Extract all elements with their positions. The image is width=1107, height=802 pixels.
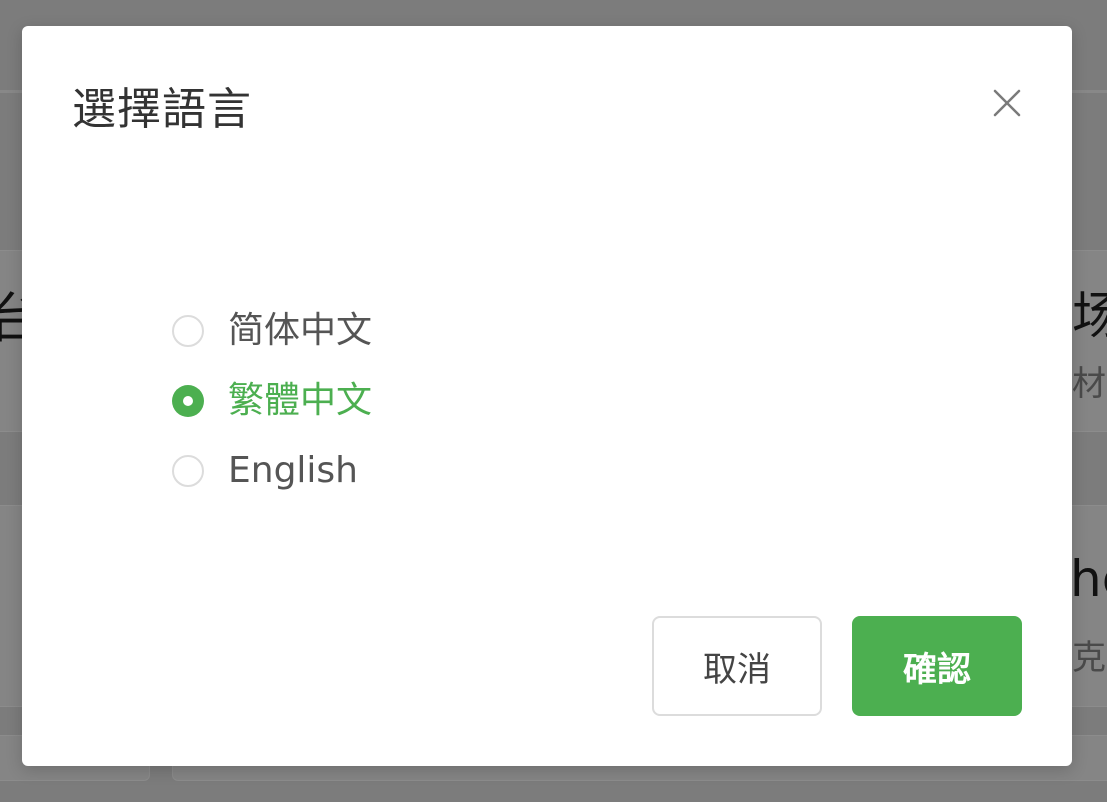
language-dialog: 選擇語言 简体中文 繁體中文 English 取消 確認 xyxy=(22,26,1072,766)
background-text: 克 xyxy=(1072,638,1106,678)
background-text: 材 xyxy=(1072,364,1106,404)
radio-label: English xyxy=(228,450,358,491)
close-icon xyxy=(993,89,1021,117)
radio-label: 简体中文 xyxy=(228,310,373,351)
radio-button[interactable] xyxy=(172,315,204,347)
radio-option-simplified-chinese[interactable]: 简体中文 xyxy=(172,296,372,366)
background-text: 场 xyxy=(1072,287,1107,345)
radio-option-traditional-chinese[interactable]: 繁體中文 xyxy=(172,366,372,436)
radio-label: 繁體中文 xyxy=(228,380,373,421)
radio-button-checked[interactable] xyxy=(172,385,204,417)
radio-option-english[interactable]: English xyxy=(172,436,372,506)
cancel-button[interactable]: 取消 xyxy=(652,616,822,716)
dialog-title: 選擇語言 xyxy=(72,84,252,135)
language-radio-group: 简体中文 繁體中文 English xyxy=(172,296,372,506)
radio-button[interactable] xyxy=(172,455,204,487)
confirm-button[interactable]: 確認 xyxy=(852,616,1022,716)
close-button[interactable] xyxy=(992,88,1022,118)
background-text: he xyxy=(1070,550,1107,608)
